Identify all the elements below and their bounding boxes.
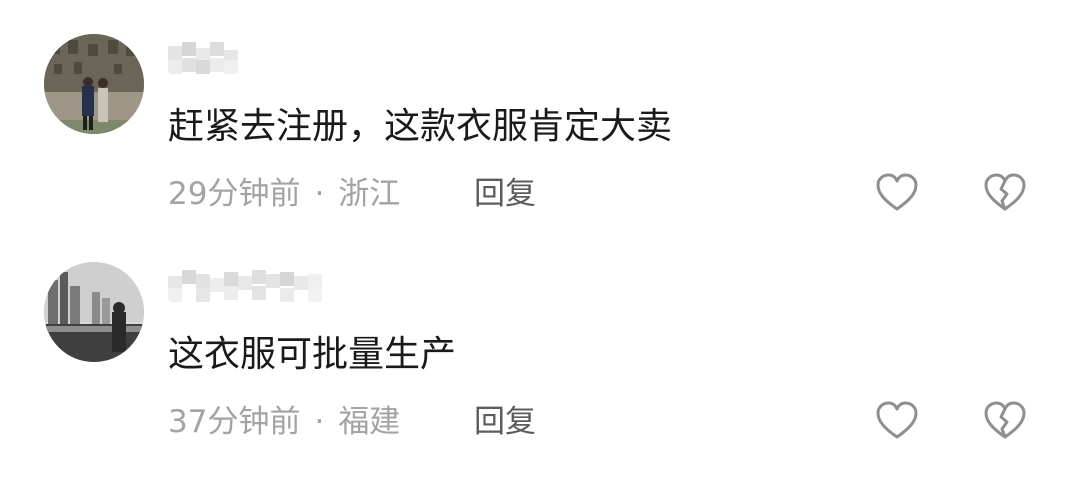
broken-heart-icon (984, 173, 1026, 211)
like-button[interactable] (874, 398, 920, 444)
comment-text: 赶紧去注册，这款衣服肯定大卖 (168, 106, 673, 147)
comment-text: 这衣服可批量生产 (168, 334, 457, 375)
heart-outline-icon (876, 173, 918, 211)
comment-item: 这衣服可批量生产 37分钟前 · 福建 回复 (0, 228, 1080, 458)
comment-meta: 37分钟前 · 福建 (168, 400, 400, 444)
comment-time: 37分钟前 (168, 404, 301, 440)
comment-location: 福建 (338, 404, 401, 440)
avatar[interactable] (44, 262, 144, 362)
username-blurred[interactable] (168, 42, 238, 74)
comment-meta: 29分钟前 · 浙江 (168, 172, 400, 216)
dislike-button[interactable] (982, 398, 1028, 444)
comment-time: 29分钟前 (168, 176, 301, 212)
comment-location: 浙江 (338, 176, 401, 212)
heart-outline-icon (876, 401, 918, 439)
username-blurred[interactable] (168, 270, 324, 302)
reply-button[interactable]: 回复 (474, 172, 536, 216)
comment-item: 赶紧去注册，这款衣服肯定大卖 29分钟前 · 浙江 回复 (0, 0, 1080, 230)
dislike-button[interactable] (982, 170, 1028, 216)
avatar-photo (44, 262, 144, 362)
meta-separator: · (314, 404, 325, 440)
broken-heart-icon (984, 401, 1026, 439)
avatar[interactable] (44, 34, 144, 134)
reply-button[interactable]: 回复 (474, 400, 536, 444)
avatar-photo (44, 34, 144, 134)
meta-separator: · (314, 176, 325, 212)
like-button[interactable] (874, 170, 920, 216)
